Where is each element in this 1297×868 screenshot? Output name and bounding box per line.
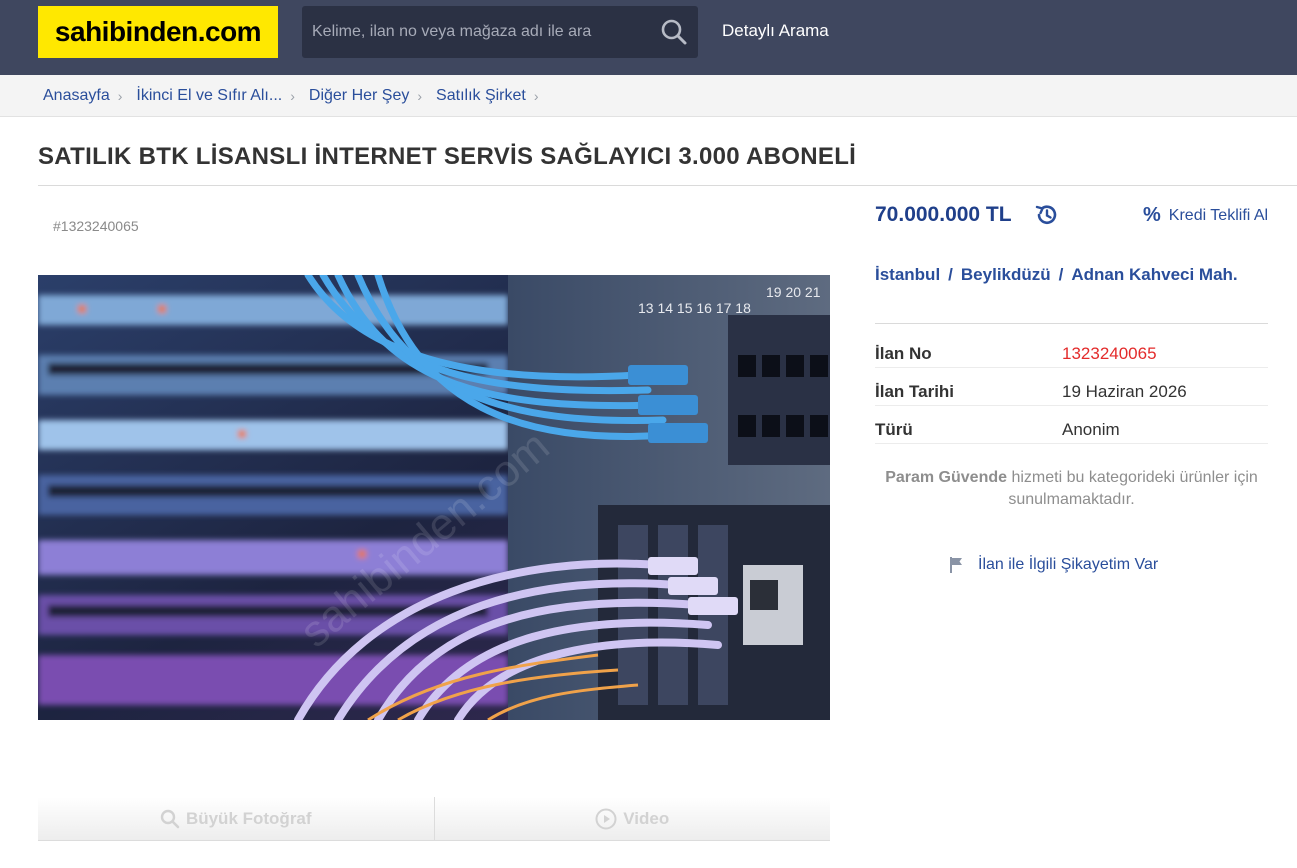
listing-id-tag: #1323240065: [53, 218, 139, 234]
breadcrumb-label: İkinci El ve Sıfır Alı...: [136, 87, 283, 104]
location-neighborhood[interactable]: Adnan Kahveci Mah.: [1071, 265, 1237, 284]
chevron-right-icon: ›: [533, 88, 539, 104]
chevron-right-icon: ›: [290, 88, 295, 104]
svg-text:19 20 21: 19 20 21: [766, 284, 821, 300]
safe-payment-brand: Param Güvende: [885, 469, 1008, 486]
top-navigation-bar: sahibinden.com Detaylı Arama: [0, 0, 1297, 75]
title-divider: [38, 185, 1297, 186]
chevron-right-icon: ›: [117, 88, 123, 104]
breadcrumb-label: Satılık Şirket: [436, 87, 526, 104]
location-separator: /: [948, 265, 953, 284]
listing-price: 70.000.000 TL: [875, 203, 1012, 226]
breadcrumb-item-home[interactable]: Anasayfa ›: [43, 87, 136, 105]
price-history-icon[interactable]: [1034, 202, 1060, 228]
info-divider: [875, 323, 1268, 324]
detailed-search-link[interactable]: Detaylı Arama: [722, 21, 829, 41]
location-separator: /: [1058, 265, 1064, 284]
location-district[interactable]: Beylikdüzü: [961, 265, 1051, 284]
listing-photo[interactable]: 13 14 15 16 17 18 19 20 21 sahibinden.co…: [38, 275, 830, 720]
large-photo-button[interactable]: Büyük Fotoğraf: [38, 797, 434, 840]
info-row-listing-date: İlan Tarihi 19 Haziran 2026: [875, 368, 1268, 406]
breadcrumb-item-other[interactable]: Diğer Her Şey ›: [309, 87, 436, 105]
logo-text: sahibinden.com: [54, 16, 262, 47]
info-key: İlan No: [875, 344, 932, 363]
magnifier-icon: [160, 809, 180, 828]
breadcrumb: Anasayfa › İkinci El ve Sıfır Alı... › Diğ…: [43, 87, 553, 105]
info-row-type: Türü Anonim: [875, 406, 1268, 444]
search-box: [302, 6, 698, 58]
breadcrumb-label: Anasayfa: [43, 87, 110, 104]
info-value: 1323240065: [1062, 344, 1157, 363]
large-photo-label: Büyük Fotoğraf: [185, 808, 312, 828]
breadcrumb-label: Diğer Her Şey: [308, 87, 410, 104]
info-row-listing-no: İlan No 1323240065: [875, 330, 1268, 368]
info-value: 19 Haziran 2026: [1062, 382, 1187, 401]
network-switch-photo: 13 14 15 16 17 18 19 20 21 sahibinden.co…: [38, 275, 830, 720]
svg-text:13 14 15 16 17 18: 13 14 15 16 17 18: [638, 300, 751, 316]
breadcrumb-item-secondhand[interactable]: İkinci El ve Sıfır Alı... ›: [136, 87, 309, 105]
percent-icon: %: [1143, 204, 1161, 226]
video-label: Video: [623, 808, 670, 828]
video-button[interactable]: Video: [433, 797, 831, 840]
search-icon[interactable]: [660, 18, 688, 46]
listing-title: SATILIK BTK LİSANSLI İNTERNET SERVİS SAĞ…: [38, 143, 857, 170]
safe-payment-notice: Param Güvende hizmeti bu kategorideki ür…: [875, 467, 1268, 511]
breadcrumb-bar: Anasayfa › İkinci El ve Sıfır Alı... › Diğ…: [0, 75, 1297, 117]
site-logo[interactable]: sahibinden.com: [38, 6, 278, 58]
info-key: Türü: [875, 420, 913, 439]
location-city[interactable]: İstanbul: [875, 265, 940, 284]
search-input[interactable]: [302, 6, 642, 58]
report-listing-link[interactable]: İlan ile İlgili Şikayetim Var: [948, 556, 1158, 574]
play-icon: [595, 808, 617, 829]
info-key: İlan Tarihi: [875, 382, 955, 401]
flag-icon: [950, 557, 962, 573]
chevron-right-icon: ›: [417, 88, 423, 104]
info-value: Anonim: [1062, 420, 1120, 439]
credit-offer-link[interactable]: % Kredi Teklifi Al: [1143, 204, 1268, 227]
credit-offer-label: Kredi Teklifi Al: [1168, 206, 1269, 224]
breadcrumb-item-company-sale[interactable]: Satılık Şirket ›: [436, 87, 552, 105]
photo-tabs: Büyük Fotoğraf Video: [38, 797, 830, 841]
listing-location: İstanbul / Beylikdüzü / Adnan Kahveci Mah.: [875, 264, 1270, 286]
report-listing-label: İlan ile İlgili Şikayetim Var: [978, 556, 1159, 573]
safe-payment-text: hizmeti bu kategorideki ürünler için sun…: [1007, 469, 1258, 508]
